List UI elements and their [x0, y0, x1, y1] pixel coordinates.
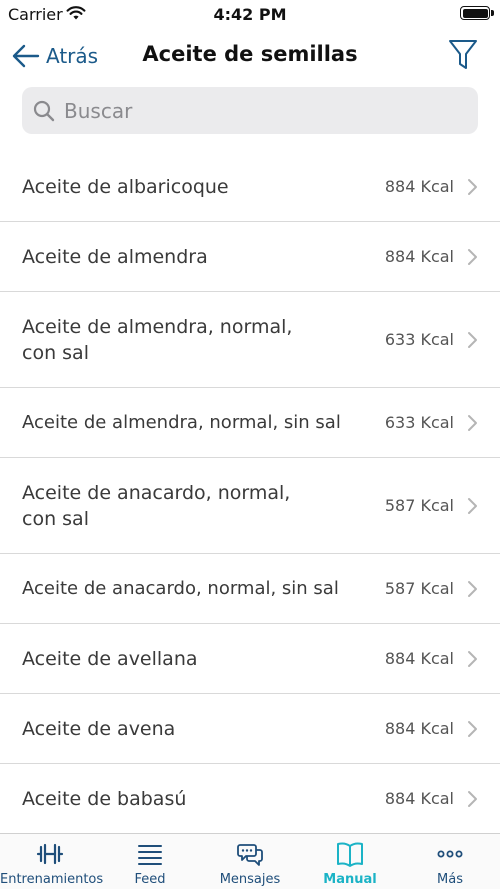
list-item[interactable]: Aceite de almendra 884 Kcal	[0, 222, 500, 292]
item-name: Aceite de avellana	[22, 647, 198, 670]
tab-feed[interactable]: Feed	[100, 834, 200, 889]
chevron-right-icon	[468, 178, 477, 195]
chevron-right-icon	[468, 497, 477, 514]
list-item[interactable]: Aceite de anacardo, normal, sin sal 587 …	[0, 554, 500, 624]
item-name: Aceite de almendra	[22, 245, 208, 268]
chevron-right-icon	[468, 414, 477, 431]
navigation-bar: Atrás Aceite de semillas	[0, 30, 500, 82]
tab-label: Manual	[323, 872, 377, 887]
item-name: Aceite de anacardo, normal, sin sal	[22, 577, 339, 599]
item-name: Aceite de babasú	[22, 787, 187, 810]
chevron-right-icon	[468, 580, 477, 597]
tab-label: Feed	[134, 872, 166, 887]
tab-manual[interactable]: Manual	[300, 834, 400, 889]
tab-mensajes[interactable]: Mensajes	[200, 834, 300, 889]
list-item[interactable]: Aceite de almendra, normal, con sal 633 …	[0, 292, 500, 388]
item-kcal: 884 Kcal	[384, 719, 454, 738]
chevron-right-icon	[468, 331, 477, 348]
chevron-right-icon	[468, 790, 477, 807]
page-title: Aceite de semillas	[142, 42, 358, 66]
chevron-right-icon	[468, 650, 477, 667]
food-list: Aceite de albaricoque 884 Kcal Aceite de…	[0, 152, 500, 834]
menu-lines-icon	[138, 845, 162, 865]
dumbbell-icon	[36, 843, 64, 865]
more-dots-icon	[437, 850, 463, 858]
list-item[interactable]: Aceite de anacardo, normal, con sal 587 …	[0, 458, 500, 554]
item-kcal: 884 Kcal	[384, 789, 454, 808]
list-item[interactable]: Aceite de babasú 884 Kcal	[0, 764, 500, 834]
item-kcal: 633 Kcal	[384, 330, 454, 349]
battery-icon	[460, 6, 490, 20]
tab-entrenamientos[interactable]: Entrenamientos	[0, 834, 104, 889]
item-kcal: 587 Kcal	[384, 579, 454, 598]
search-bar[interactable]	[22, 87, 478, 134]
item-kcal: 884 Kcal	[384, 649, 454, 668]
search-icon	[33, 100, 55, 121]
chevron-right-icon	[468, 248, 477, 265]
clock: 4:42 PM	[213, 5, 287, 24]
item-kcal: 633 Kcal	[384, 413, 454, 432]
filter-button[interactable]	[448, 38, 478, 72]
list-item[interactable]: Aceite de almendra, normal, sin sal 633 …	[0, 388, 500, 458]
item-name: Aceite de anacardo, normal, con sal	[22, 481, 291, 530]
item-kcal: 884 Kcal	[384, 247, 454, 266]
tab-bar: Entrenamientos Feed Mensajes Manual Más	[0, 833, 500, 889]
status-bar: Carrier 4:42 PM	[0, 0, 500, 30]
chevron-right-icon	[468, 720, 477, 737]
search-input[interactable]	[64, 98, 454, 123]
tab-label: Mensajes	[219, 872, 281, 887]
item-name: Aceite de albaricoque	[22, 175, 229, 198]
list-item[interactable]: Aceite de albaricoque 884 Kcal	[0, 152, 500, 222]
list-item[interactable]: Aceite de avena 884 Kcal	[0, 694, 500, 764]
tab-label: Más	[437, 872, 463, 887]
book-icon	[337, 842, 363, 867]
filter-icon	[449, 40, 477, 69]
tab-label: Entrenamientos	[0, 872, 104, 887]
list-item[interactable]: Aceite de avellana 884 Kcal	[0, 624, 500, 694]
item-name: Aceite de almendra, normal, sin sal	[22, 411, 341, 433]
item-name: Aceite de almendra, normal, con sal	[22, 315, 293, 364]
item-name: Aceite de avena	[22, 717, 176, 740]
item-kcal: 587 Kcal	[384, 496, 454, 515]
item-kcal: 884 Kcal	[384, 177, 454, 196]
chat-bubbles-icon	[237, 844, 263, 866]
battery-cap	[491, 10, 494, 16]
tab-mas[interactable]: Más	[400, 834, 500, 889]
